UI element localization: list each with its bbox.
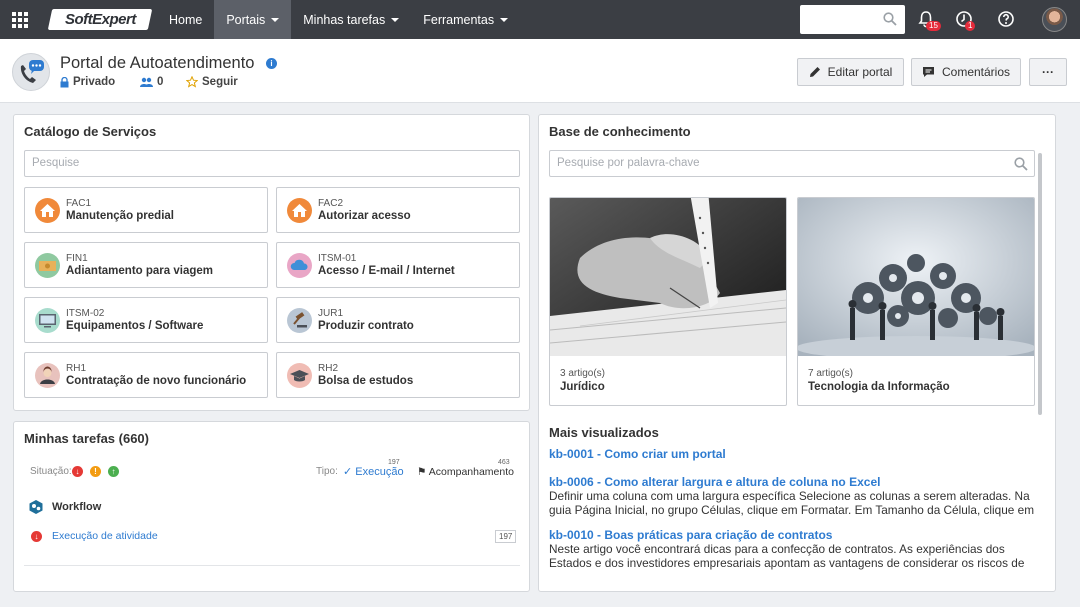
service-card[interactable]: FIN1 Adiantamento para viagem <box>24 242 268 288</box>
users-icon <box>140 77 153 87</box>
followers-count[interactable]: 0 <box>140 76 163 88</box>
cloud-icon <box>287 253 312 278</box>
tasks-title: Minhas tarefas (660) <box>24 431 149 446</box>
late-status-icon: ↓ <box>31 531 42 542</box>
edit-portal-button[interactable]: Editar portal <box>797 58 904 86</box>
help-button[interactable] <box>996 9 1018 31</box>
task-alerts-badge: 1 <box>965 21 976 31</box>
nav-ferramentas[interactable]: Ferramentas <box>411 0 520 39</box>
late-status-icon[interactable]: ↓ <box>72 466 83 477</box>
follow-up-filter[interactable]: ⚑ Acompanhamento <box>417 466 514 478</box>
apps-menu-button[interactable] <box>0 0 40 39</box>
kb-title: Base de conhecimento <box>549 124 691 139</box>
person-icon <box>35 363 60 388</box>
knowledge-base-panel: Base de conhecimento Pesquise por palavr… <box>538 114 1056 592</box>
kb-article-summary: Definir uma coluna com uma largura espec… <box>549 490 1035 517</box>
search-icon[interactable] <box>1014 157 1028 171</box>
kb-article-link[interactable]: kb-0010 - Boas práticas para criação de … <box>549 528 832 542</box>
follow-button[interactable]: Seguir <box>186 76 238 88</box>
chevron-down-icon <box>500 17 509 22</box>
kb-category-card[interactable]: 3 artigo(s) Jurídico <box>549 197 787 406</box>
writing-hand-image <box>550 198 786 356</box>
notifications-button[interactable]: 15 <box>916 9 941 31</box>
task-alerts-button[interactable]: 1 <box>954 9 976 31</box>
nav-home[interactable]: Home <box>157 0 214 39</box>
search-icon <box>883 12 897 26</box>
lock-icon <box>60 76 69 87</box>
kb-article-summary: Neste artigo você encontrará dicas para … <box>549 543 1025 570</box>
computer-icon <box>35 308 60 333</box>
money-icon <box>35 253 60 278</box>
workflow-icon <box>28 499 44 515</box>
global-search-input[interactable] <box>800 5 905 34</box>
comments-button[interactable]: Comentários <box>911 58 1021 86</box>
kb-scrollbar[interactable] <box>1038 153 1042 415</box>
building-icon <box>287 198 312 223</box>
nav-minhas-tarefas[interactable]: Minhas tarefas <box>291 0 411 39</box>
most-viewed-title: Mais visualizados <box>549 425 659 440</box>
kb-category-card[interactable]: 7 artigo(s) Tecnologia da Informação <box>797 197 1035 406</box>
flag-icon: ⚑ <box>417 466 427 478</box>
catalog-search-input[interactable]: Pesquise <box>24 150 520 177</box>
warning-status-icon[interactable]: ! <box>90 466 101 477</box>
page-title: Portal de Autoatendimento <box>60 54 255 72</box>
check-icon: ✓ <box>343 466 353 478</box>
service-card[interactable]: FAC1 Manutenção predial <box>24 187 268 233</box>
catalog-title: Catálogo de Serviços <box>24 124 157 139</box>
softexpert-logo[interactable]: SoftExpert <box>47 9 153 30</box>
chevron-down-icon <box>391 17 400 22</box>
apps-grid-icon <box>12 11 28 28</box>
gavel-icon <box>287 308 312 333</box>
chevron-down-icon <box>271 17 280 22</box>
service-card[interactable]: RH1 Contratação de novo funcionário <box>24 352 268 398</box>
service-card[interactable]: FAC2 Autorizar acesso <box>276 187 520 233</box>
phone-chat-icon <box>20 60 44 83</box>
service-catalog-panel: Catálogo de Serviços Pesquise FAC1 Manut… <box>13 114 530 411</box>
notifications-badge: 15 <box>926 21 941 31</box>
activity-execution-link[interactable]: Execução de atividade <box>52 530 158 542</box>
execution-filter[interactable]: ✓ Execução <box>343 465 404 478</box>
comment-icon <box>922 67 934 77</box>
portal-header: Portal de Autoatendimento i Privado 0 Se… <box>0 39 1080 103</box>
service-card[interactable]: ITSM-02 Equipamentos / Software <box>24 297 268 343</box>
info-icon[interactable]: i <box>266 58 277 69</box>
kb-article-link[interactable]: kb-0006 - Como alterar largura e altura … <box>549 475 880 489</box>
service-card[interactable]: RH2 Bolsa de estudos <box>276 352 520 398</box>
star-icon <box>186 76 198 88</box>
more-options-button[interactable]: ··· <box>1029 58 1067 86</box>
graduation-cap-icon <box>287 363 312 388</box>
main-nav: Home Portais Minhas tarefas Ferramentas <box>157 0 520 39</box>
user-avatar[interactable] <box>1042 7 1067 32</box>
divider <box>24 565 520 566</box>
on-time-status-icon[interactable]: ↑ <box>108 466 119 477</box>
pencil-icon <box>809 67 820 77</box>
follow-up-count: 463 <box>498 459 510 466</box>
kb-article-link[interactable]: kb-0001 - Como criar um portal <box>549 447 726 461</box>
workflow-group-label: Workflow <box>52 501 102 513</box>
help-icon <box>998 11 1014 27</box>
privacy-status: Privado <box>60 76 115 88</box>
nav-portais[interactable]: Portais <box>214 0 292 39</box>
activity-count-badge: 197 <box>495 530 517 543</box>
execution-count: 197 <box>388 459 400 466</box>
service-card[interactable]: ITSM-01 Acesso / E-mail / Internet <box>276 242 520 288</box>
type-label: Tipo: <box>316 466 338 477</box>
portal-icon <box>12 53 50 91</box>
situation-label: Situação: <box>30 466 72 477</box>
building-icon <box>35 198 60 223</box>
kb-search-input[interactable]: Pesquise por palavra-chave <box>549 150 1035 177</box>
gears-teamwork-image <box>798 198 1034 356</box>
service-card[interactable]: JUR1 Produzir contrato <box>276 297 520 343</box>
my-tasks-panel: Minhas tarefas (660) Situação: ↓ ! ↑ Tip… <box>13 421 530 592</box>
